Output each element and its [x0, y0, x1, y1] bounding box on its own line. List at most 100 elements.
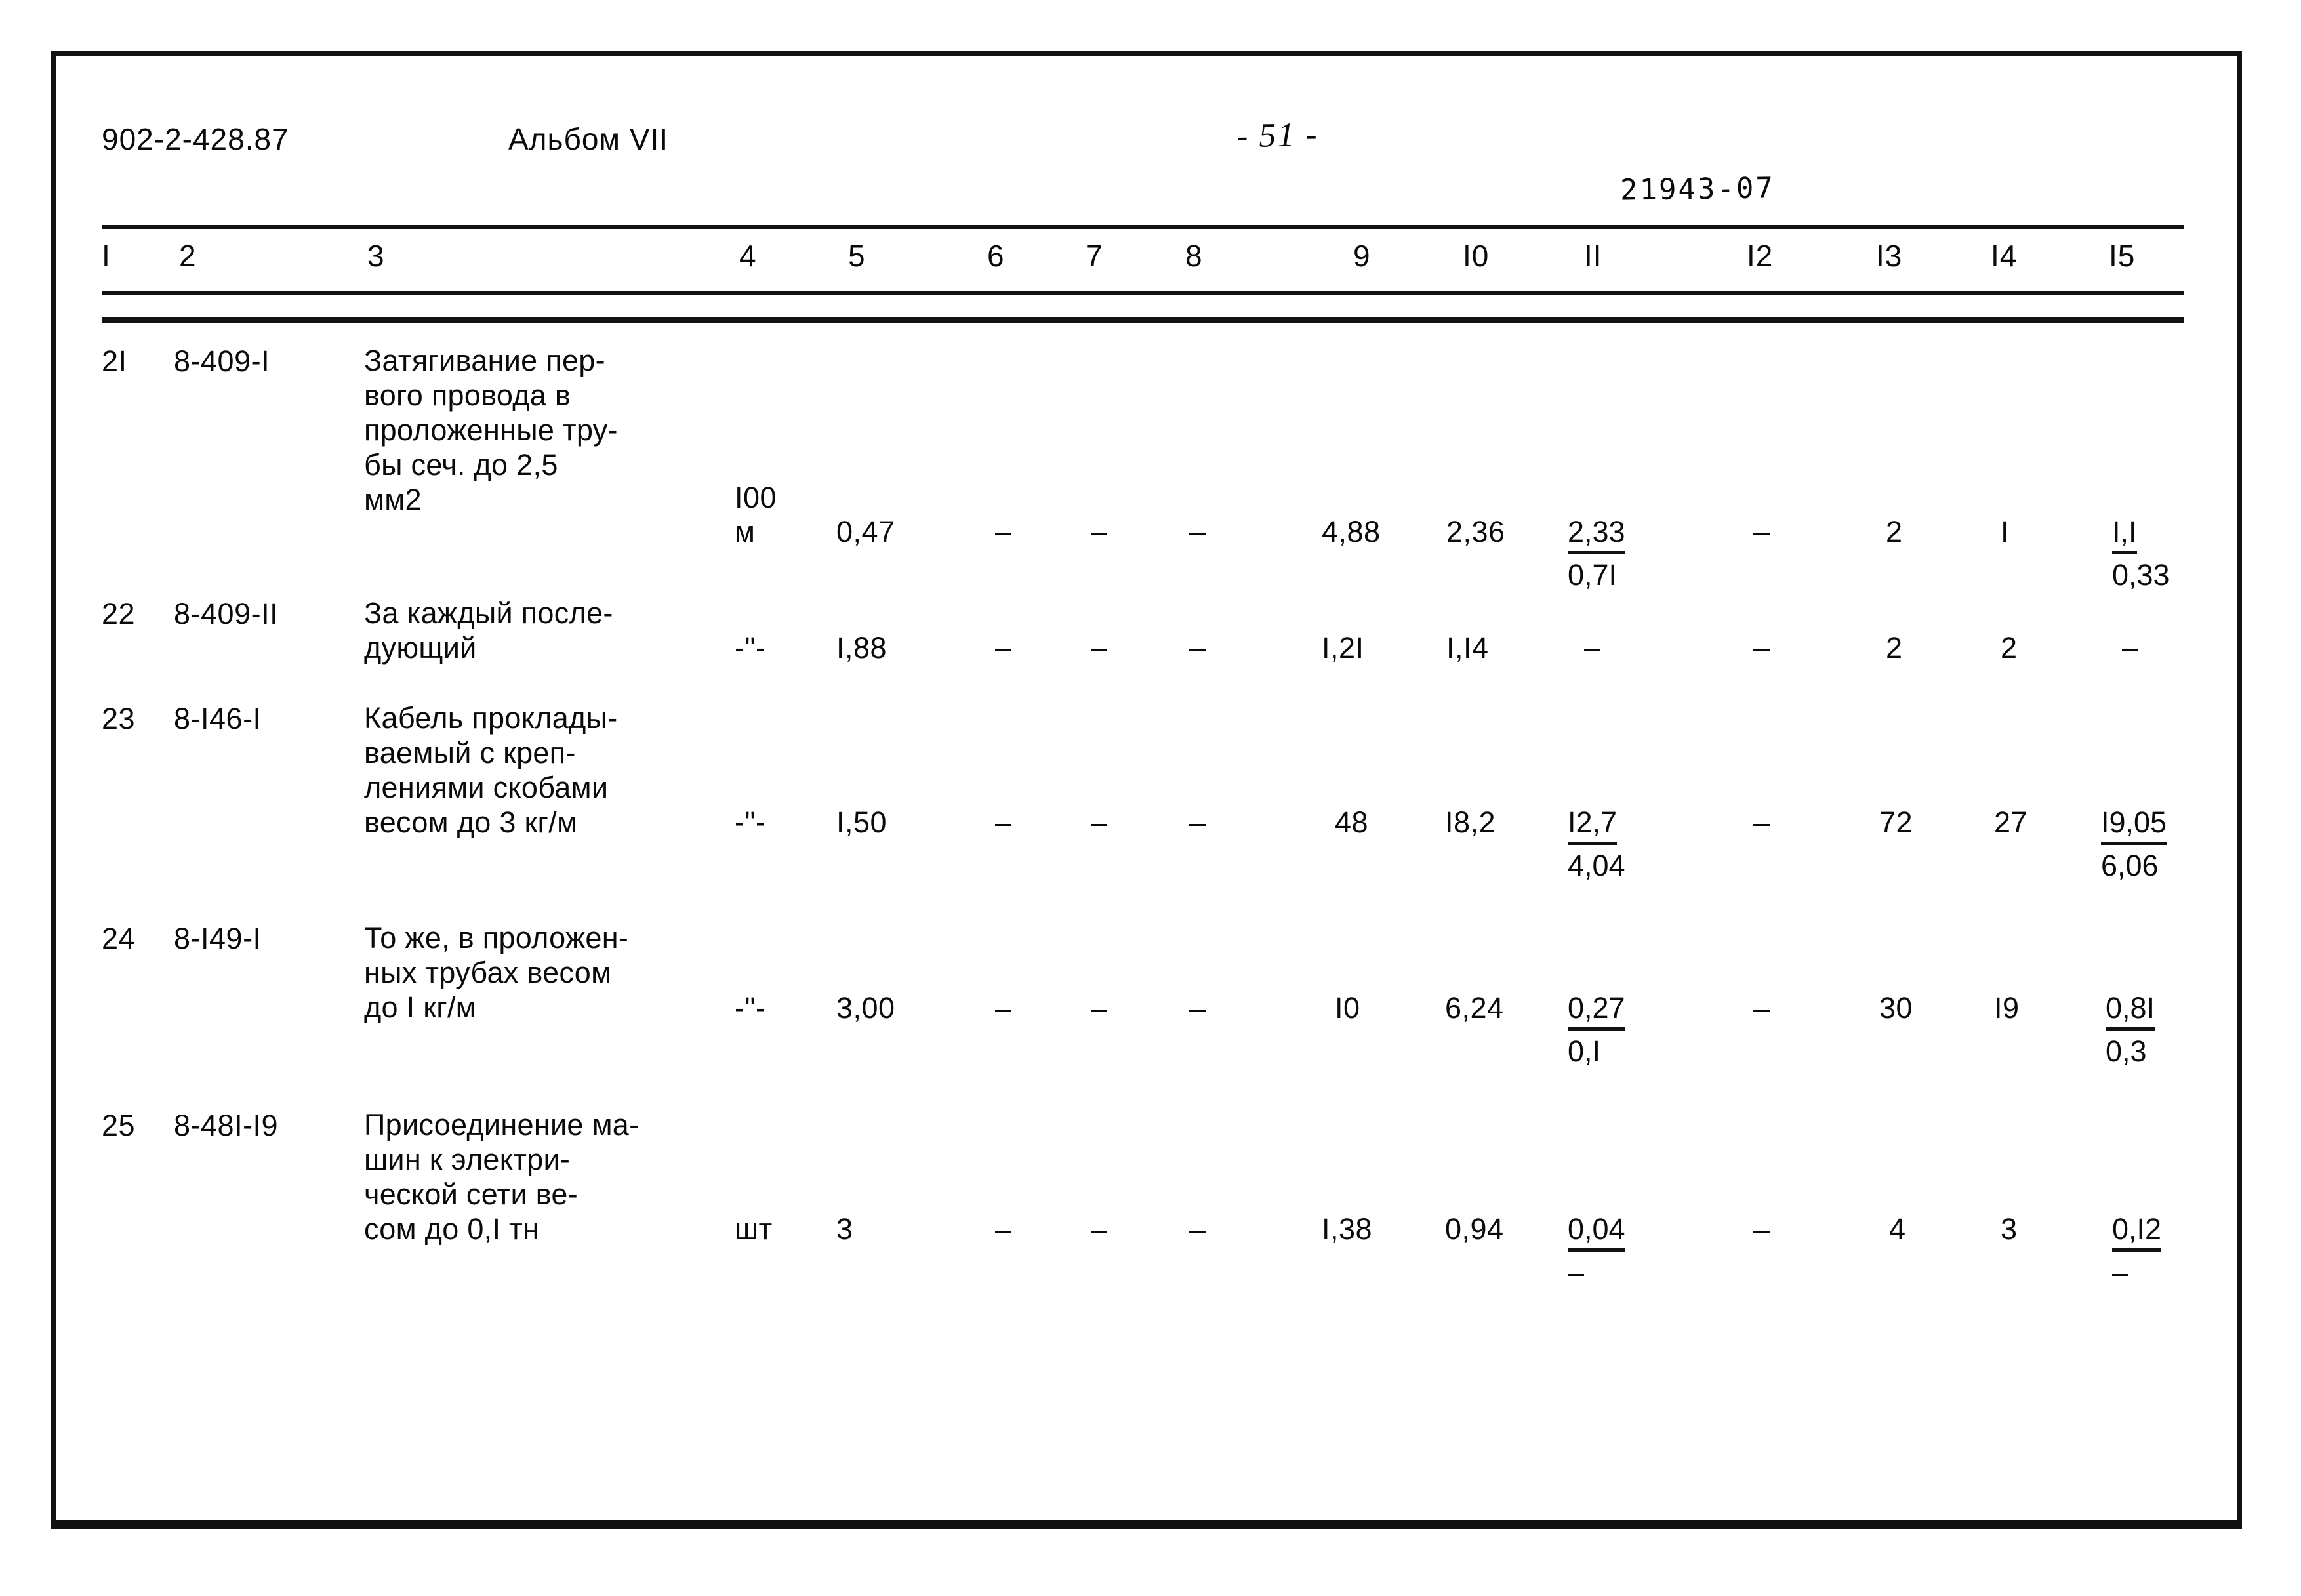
row-col11: – [1584, 631, 1601, 665]
column-header-11: II [1584, 239, 1602, 273]
row-unit-line2: -"- [735, 991, 766, 1025]
row-col5: I,50 [836, 806, 887, 839]
row-col5: I,88 [836, 631, 887, 665]
row-col11-denominator: 0,I [1568, 1034, 1601, 1068]
row-col8: – [1189, 515, 1206, 548]
column-header-12: I2 [1747, 239, 1774, 273]
row-col9: 48 [1335, 806, 1369, 839]
row-number: 22 [102, 597, 136, 630]
row-col12: – [1753, 1212, 1770, 1246]
row-col6: – [995, 806, 1012, 839]
row-col5: 0,47 [836, 515, 895, 548]
row-col10: 6,24 [1445, 991, 1504, 1025]
row-col13: 2 [1886, 515, 1903, 548]
row-code: 8-409-I [174, 344, 270, 378]
row-col11-denominator: – [1568, 1256, 1585, 1289]
row-col14: I9 [1994, 991, 2020, 1025]
column-header-3: 3 [367, 239, 385, 273]
row-col5: 3 [836, 1212, 853, 1246]
column-header-9: 9 [1353, 239, 1371, 273]
row-col7: – [1091, 1212, 1108, 1246]
column-header-14: I4 [1991, 239, 2018, 273]
row-description: То же, в проложен- ных трубах весом до I… [364, 921, 629, 1024]
row-col13: 30 [1879, 991, 1913, 1025]
column-header-7: 7 [1086, 239, 1103, 273]
row-col15-numerator: I,I [2112, 514, 2137, 554]
row-col9: 4,88 [1322, 515, 1381, 548]
row-col14: I [2001, 515, 2010, 548]
row-col15-denominator: 0,3 [2106, 1034, 2147, 1068]
column-header-13: I3 [1876, 239, 1903, 273]
row-col11: I2,7 4,04 [1568, 804, 1625, 884]
row-col14: 27 [1994, 806, 2028, 839]
row-code: 8-I49-I [174, 922, 262, 955]
row-col7: – [1091, 806, 1108, 839]
row-col11-denominator: 4,04 [1568, 849, 1625, 882]
column-header-4: 4 [739, 239, 757, 273]
row-unit-line1: I00 [735, 481, 777, 514]
column-header-5: 5 [848, 239, 866, 273]
row-col11-numerator: I2,7 [1568, 804, 1618, 845]
row-description: Затягивание пер- вого провода в проложен… [364, 344, 618, 516]
row-col15-denominator: 0,33 [2112, 558, 2170, 592]
row-col11: 0,27 0,I [1568, 990, 1625, 1070]
row-col11-numerator: 0,27 [1568, 990, 1625, 1031]
row-col11-numerator: 0,04 [1568, 1211, 1625, 1252]
row-col7: – [1091, 515, 1108, 548]
row-code: 8-48I-I9 [174, 1109, 279, 1142]
row-col7: – [1091, 991, 1108, 1025]
row-col8: – [1189, 991, 1206, 1025]
row-col13: 2 [1886, 631, 1903, 665]
document-page-frame: 902-2-428.87 Альбом VII - 51 - 21943-07 … [51, 51, 2242, 1529]
row-col6: – [995, 515, 1012, 548]
row-col9: I,2I [1322, 631, 1364, 665]
row-code: 8-409-II [174, 597, 279, 630]
row-col8: – [1189, 806, 1206, 839]
row-col12: – [1753, 631, 1770, 665]
row-col15: – [2122, 631, 2139, 665]
table-header-row: I 2 3 4 5 6 7 8 9 I0 II I2 I3 I4 I5 [56, 238, 2237, 281]
column-header-6: 6 [987, 239, 1005, 273]
row-col15-numerator: 0,I2 [2112, 1211, 2162, 1252]
row-col15-numerator: I9,05 [2101, 804, 2167, 845]
column-header-10: I0 [1463, 239, 1490, 273]
row-col6: – [995, 991, 1012, 1025]
row-col7: – [1091, 631, 1108, 665]
row-col15: 0,I2 – [2112, 1211, 2162, 1291]
row-col15: I9,05 6,06 [2101, 804, 2167, 884]
column-header-8: 8 [1185, 239, 1203, 273]
row-col10: I8,2 [1445, 806, 1496, 839]
row-unit-line2: м [735, 515, 756, 548]
row-number: 23 [102, 702, 136, 735]
row-col5: 3,00 [836, 991, 895, 1025]
row-unit-line2: -"- [735, 631, 766, 665]
row-col6: – [995, 1212, 1012, 1246]
row-col10: I,I4 [1446, 631, 1489, 665]
row-col12: – [1753, 991, 1770, 1025]
row-col11: 2,33 0,7I [1568, 514, 1625, 594]
row-description: Присоединение ма- шин к электри- ческой … [364, 1108, 640, 1246]
row-col15-denominator: 6,06 [2101, 849, 2159, 882]
row-col10: 0,94 [1445, 1212, 1504, 1246]
row-number: 24 [102, 922, 136, 955]
row-code: 8-I46-I [174, 702, 262, 735]
row-col11-denominator: 0,7I [1568, 558, 1618, 592]
row-number: 25 [102, 1109, 136, 1142]
row-col12: – [1753, 806, 1770, 839]
row-unit-line2: -"- [735, 806, 766, 839]
row-col8: – [1189, 631, 1206, 665]
row-col13: 4 [1889, 1212, 1906, 1246]
row-col6: – [995, 631, 1012, 665]
row-col8: – [1189, 1212, 1206, 1246]
row-col14: 3 [2001, 1212, 2018, 1246]
row-col11-numerator: 2,33 [1568, 514, 1625, 554]
row-description: За каждый после- дующий [364, 596, 613, 665]
row-col15: 0,8I 0,3 [2106, 990, 2155, 1070]
row-col9: I0 [1335, 991, 1360, 1025]
row-col15-numerator: 0,8I [2106, 990, 2155, 1031]
row-col13: 72 [1879, 806, 1913, 839]
row-description: Кабель проклады- ваемый с креп- лениями … [364, 701, 618, 839]
column-header-15: I5 [2109, 239, 2136, 273]
row-col11: 0,04 – [1568, 1211, 1625, 1291]
column-header-1: I [102, 239, 111, 273]
